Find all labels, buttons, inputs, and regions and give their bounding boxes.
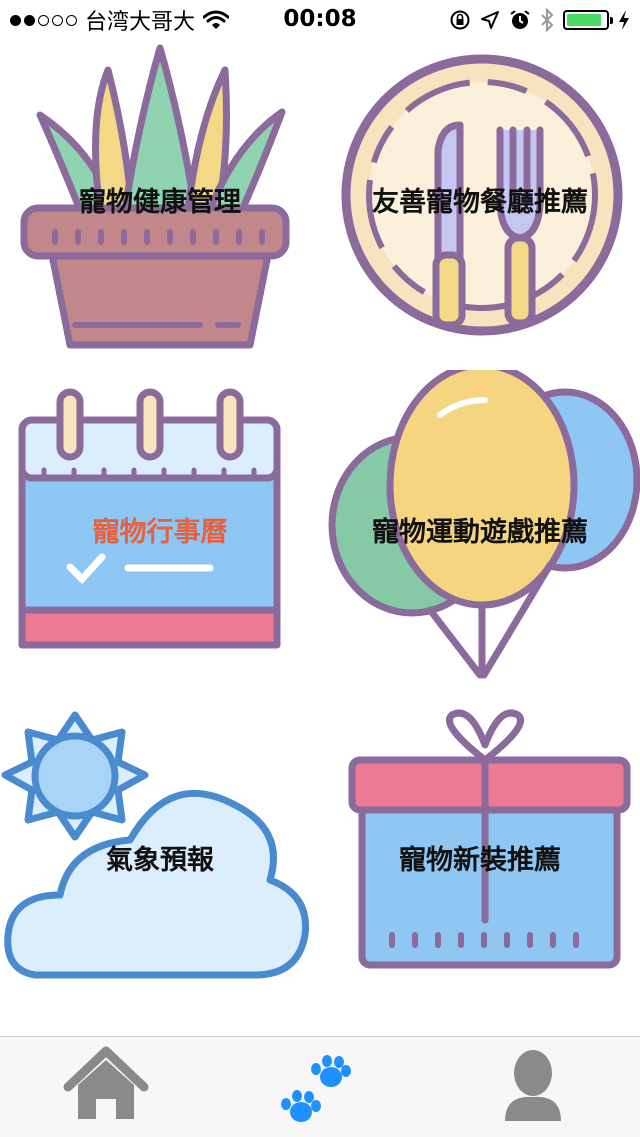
bluetooth-icon xyxy=(541,8,554,32)
tab-pets[interactable] xyxy=(213,1037,426,1137)
menu-item-sports-games[interactable]: 寵物運動遊戲推薦 xyxy=(320,370,640,700)
battery-icon xyxy=(563,10,613,30)
status-right xyxy=(449,6,630,34)
alarm-clock-icon xyxy=(510,10,530,29)
menu-item-label: 寵物新裝推薦 xyxy=(399,845,561,876)
menu-item-label: 氣象預報 xyxy=(106,845,214,876)
home-icon xyxy=(63,1046,149,1119)
tab-bar xyxy=(0,1036,640,1137)
rotation-lock-icon xyxy=(450,10,470,30)
battery-level xyxy=(567,14,602,26)
menu-item-label: 友善寵物餐廳推薦 xyxy=(372,187,588,218)
user-icon xyxy=(505,1050,561,1121)
paw-prints-icon xyxy=(281,1055,351,1122)
tab-home[interactable] xyxy=(0,1037,213,1137)
menu-item-label: 寵物運動遊戲推薦 xyxy=(372,517,588,548)
menu-item-calendar[interactable]: 寵物行事曆 xyxy=(0,370,320,700)
menu-item-restaurant[interactable]: 友善寵物餐廳推薦 xyxy=(320,40,640,370)
menu-item-label: 寵物行事曆 xyxy=(92,517,228,548)
menu-item-health[interactable]: 寵物健康管理 xyxy=(0,40,320,370)
tab-profile[interactable] xyxy=(427,1037,640,1137)
menu-item-outfits[interactable]: 寵物新裝推薦 xyxy=(320,700,640,1030)
charging-bolt-icon xyxy=(619,10,629,30)
location-arrow-icon xyxy=(481,11,499,29)
menu-item-label: 寵物健康管理 xyxy=(79,187,241,218)
menu-item-weather[interactable]: 氣象預報 xyxy=(0,700,320,1030)
status-bar: 台湾大哥大 00:08 xyxy=(0,0,640,40)
